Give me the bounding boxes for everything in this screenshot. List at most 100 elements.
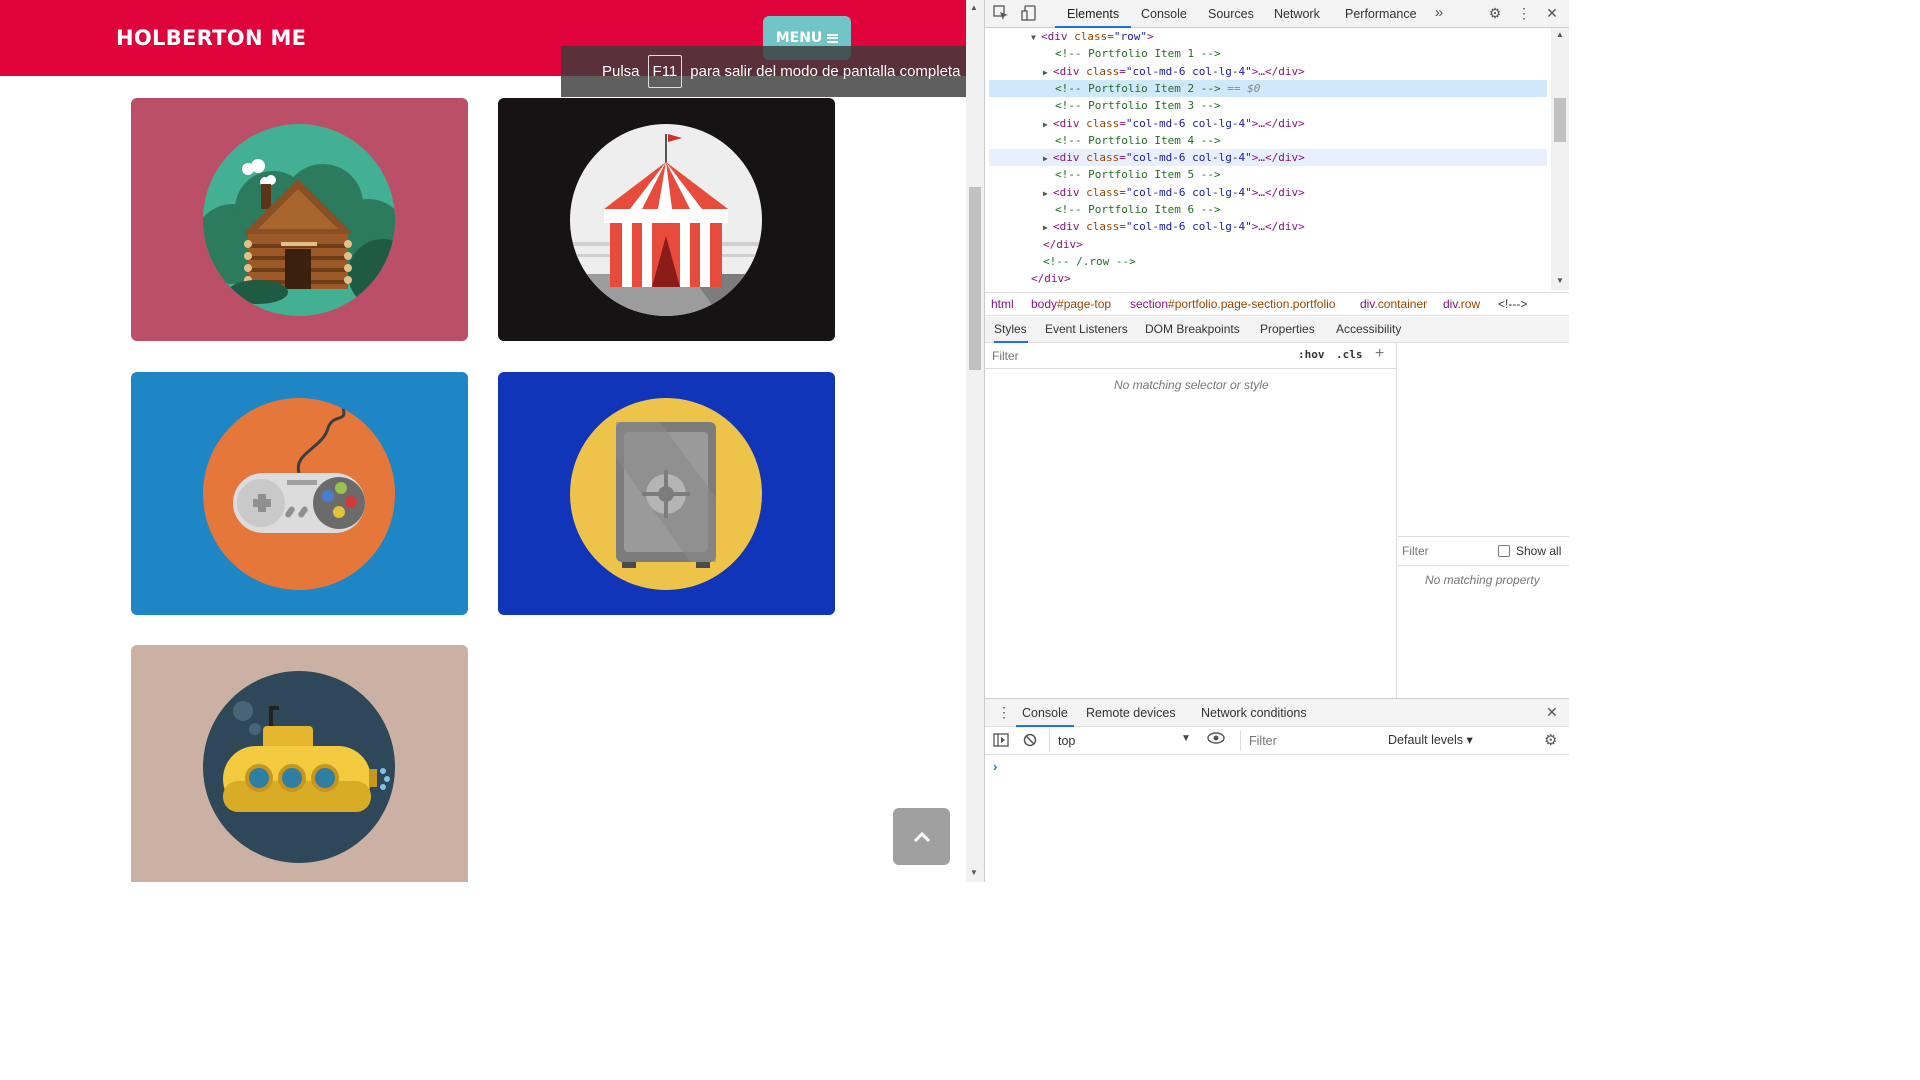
console-toolbar: top ▼ Default levels ▾ ⚙ [985, 727, 1569, 755]
safe-illustration [570, 398, 762, 590]
breadcrumb-item[interactable]: div.row [1443, 293, 1480, 315]
dom-node-line[interactable]: ▶ <div class="col-md-6 col-lg-4">…</div> [989, 184, 1547, 201]
submarine-illustration [203, 671, 395, 863]
computed-empty-message: No matching property [1425, 573, 1540, 587]
tab-properties[interactable]: Properties [1260, 317, 1315, 343]
new-style-rule-icon[interactable]: + [1375, 345, 1384, 363]
expand-toggle-icon[interactable]: ▶ [1043, 150, 1053, 167]
drawer-menu-icon[interactable]: ⋮ [997, 704, 1011, 721]
styles-filter-input[interactable] [989, 346, 1285, 366]
close-drawer-icon[interactable]: ✕ [1546, 704, 1558, 721]
show-all-checkbox[interactable] [1498, 545, 1510, 557]
close-devtools-icon[interactable]: ✕ [1544, 5, 1560, 21]
dom-tree-scrollbar-thumb[interactable] [1554, 98, 1566, 142]
devtools-panel: Elements Console Sources Network Perform… [984, 0, 1569, 882]
dom-tree-scrollbar[interactable]: ▲ ▼ [1551, 28, 1569, 290]
dom-node-line[interactable]: </div> [989, 270, 1547, 287]
more-options-icon[interactable]: ⋮ [1516, 5, 1532, 21]
breadcrumb-item[interactable]: div.container [1360, 293, 1427, 315]
dom-node-line[interactable]: <!-- Portfolio Item 6 --> [989, 201, 1547, 218]
dom-node-line[interactable]: <!-- Portfolio Item 2 --> == $0 [989, 79, 1547, 97]
tab-styles[interactable]: Styles [994, 317, 1028, 343]
tab-network[interactable]: Network [1274, 0, 1320, 28]
expand-toggle-icon[interactable]: ▶ [1043, 185, 1053, 202]
computed-pane: Show all No matching property [1398, 343, 1569, 698]
page-scrollbar[interactable]: ▲ ▼ [966, 0, 984, 882]
dom-node-line[interactable]: <!-- Portfolio Item 5 --> [989, 166, 1547, 183]
class-toggle[interactable]: .cls [1336, 348, 1363, 361]
portfolio-item-circus[interactable] [498, 98, 835, 341]
portfolio-item-safe[interactable] [498, 372, 835, 615]
styles-pane: :hov .cls + No matching selector or styl… [985, 343, 1397, 698]
dom-node-line[interactable]: ▶ <div class="col-md-6 col-lg-4">…</div> [989, 149, 1547, 167]
log-levels-dropdown[interactable]: Default levels ▾ [1388, 732, 1473, 747]
console-drawer: ⋮ Console Remote devices Network conditi… [985, 698, 1569, 882]
tab-accessibility[interactable]: Accessibility [1336, 317, 1401, 343]
expand-toggle-icon[interactable]: ▶ [1043, 219, 1053, 236]
portfolio-item-submarine[interactable] [131, 645, 468, 882]
dom-node-line[interactable]: <!-- /.row --> [989, 253, 1547, 270]
portfolio-item-cabin[interactable] [131, 98, 468, 341]
drawer-tab-remote-devices[interactable]: Remote devices [1086, 699, 1176, 727]
sidebar-tabs: Styles Event Listeners DOM Breakpoints P… [985, 317, 1569, 343]
console-filter-input[interactable] [1240, 730, 1378, 751]
live-expression-eye-icon[interactable] [1207, 731, 1225, 748]
breadcrumb-item[interactable]: body#page-top [1031, 293, 1111, 315]
breadcrumb-item[interactable]: <!---> [1498, 293, 1527, 315]
tab-dom-breakpoints[interactable]: DOM Breakpoints [1145, 317, 1240, 343]
drawer-tab-network-conditions[interactable]: Network conditions [1201, 699, 1307, 727]
dom-node-line[interactable]: <!-- Portfolio Item 4 --> [989, 132, 1547, 149]
dom-node-line[interactable]: ▶ <div class="col-md-6 col-lg-4">…</div> [989, 115, 1547, 132]
computed-filter-bar: Show all [1398, 536, 1569, 566]
tab-event-listeners[interactable]: Event Listeners [1045, 317, 1128, 343]
hover-state-toggle[interactable]: :hov [1298, 348, 1325, 361]
portfolio-item-controller[interactable] [131, 372, 468, 615]
styles-empty-message: No matching selector or style [1114, 378, 1269, 392]
log-cabin-icon [203, 124, 395, 316]
computed-filter-input[interactable] [1402, 542, 1482, 560]
brand-logo[interactable]: HOLBERTON ME [116, 26, 306, 50]
console-settings-gear-icon[interactable]: ⚙ [1544, 731, 1557, 749]
dom-node-line[interactable]: </div> [989, 236, 1547, 253]
expand-toggle-icon[interactable]: ▶ [1043, 116, 1053, 133]
fullscreen-notice-prefix: Pulsa [602, 63, 640, 80]
scroll-down-arrow-icon[interactable]: ▼ [970, 868, 978, 877]
dom-node-line[interactable]: ▼ <div class="row"> [989, 28, 1547, 45]
page-scrollbar-thumb[interactable] [969, 187, 981, 370]
dom-node-line[interactable]: ▶ <div class="col-md-6 col-lg-4">…</div> [989, 218, 1547, 235]
scroll-down-arrow-icon[interactable]: ▼ [1556, 276, 1564, 285]
settings-gear-icon[interactable]: ⚙ [1487, 5, 1503, 21]
breadcrumb: html body#page-top section#portfolio.page-… [985, 292, 1569, 316]
scroll-to-top-button[interactable] [893, 808, 950, 865]
breadcrumb-item[interactable]: html [991, 293, 1014, 315]
dom-node-line[interactable]: <!-- Portfolio Item 1 --> [989, 45, 1547, 62]
tab-sources[interactable]: Sources [1208, 0, 1254, 28]
submarine-icon [203, 671, 395, 863]
show-all-label: Show all [1516, 544, 1562, 558]
circus-tent-icon [570, 124, 762, 316]
breadcrumb-item[interactable]: section#portfolio.page-section.portfolio [1130, 293, 1335, 315]
dom-tree: ▼ <div class="row"> <!-- Portfolio Item 1 … [985, 28, 1551, 290]
console-sidebar-icon[interactable] [993, 733, 1009, 750]
console-prompt-icon[interactable]: › [993, 759, 997, 774]
tab-console[interactable]: Console [1141, 0, 1187, 28]
scroll-up-arrow-icon[interactable]: ▲ [1556, 30, 1564, 39]
inspect-element-icon[interactable] [993, 5, 1009, 21]
website-viewport: HOLBERTON ME MENU Pulsa F11 para salir d… [0, 0, 966, 882]
drawer-tab-console[interactable]: Console [1016, 699, 1074, 727]
device-toolbar-icon[interactable] [1021, 5, 1037, 21]
tab-performance[interactable]: Performance [1345, 0, 1417, 28]
dom-node-line[interactable]: <!-- Portfolio Item 3 --> [989, 97, 1547, 114]
devtools-main-toolbar: Elements Console Sources Network Perform… [985, 0, 1569, 28]
more-tabs-icon[interactable]: » [1431, 5, 1447, 21]
context-selector[interactable]: top ▼ [1049, 730, 1197, 752]
gamepad-icon [203, 398, 395, 590]
expand-toggle-icon[interactable]: ▼ [1031, 29, 1041, 46]
scroll-up-arrow-icon[interactable]: ▲ [970, 3, 978, 12]
styles-filter-bar: :hov .cls + [985, 343, 1397, 369]
expand-toggle-icon[interactable]: ▶ [1043, 64, 1053, 81]
clear-console-icon[interactable] [1023, 733, 1037, 750]
dom-node-line[interactable]: ▶ <div class="col-md-6 col-lg-4">…</div> [989, 63, 1547, 80]
tab-elements[interactable]: Elements [1055, 0, 1132, 28]
context-label: top [1058, 734, 1076, 748]
